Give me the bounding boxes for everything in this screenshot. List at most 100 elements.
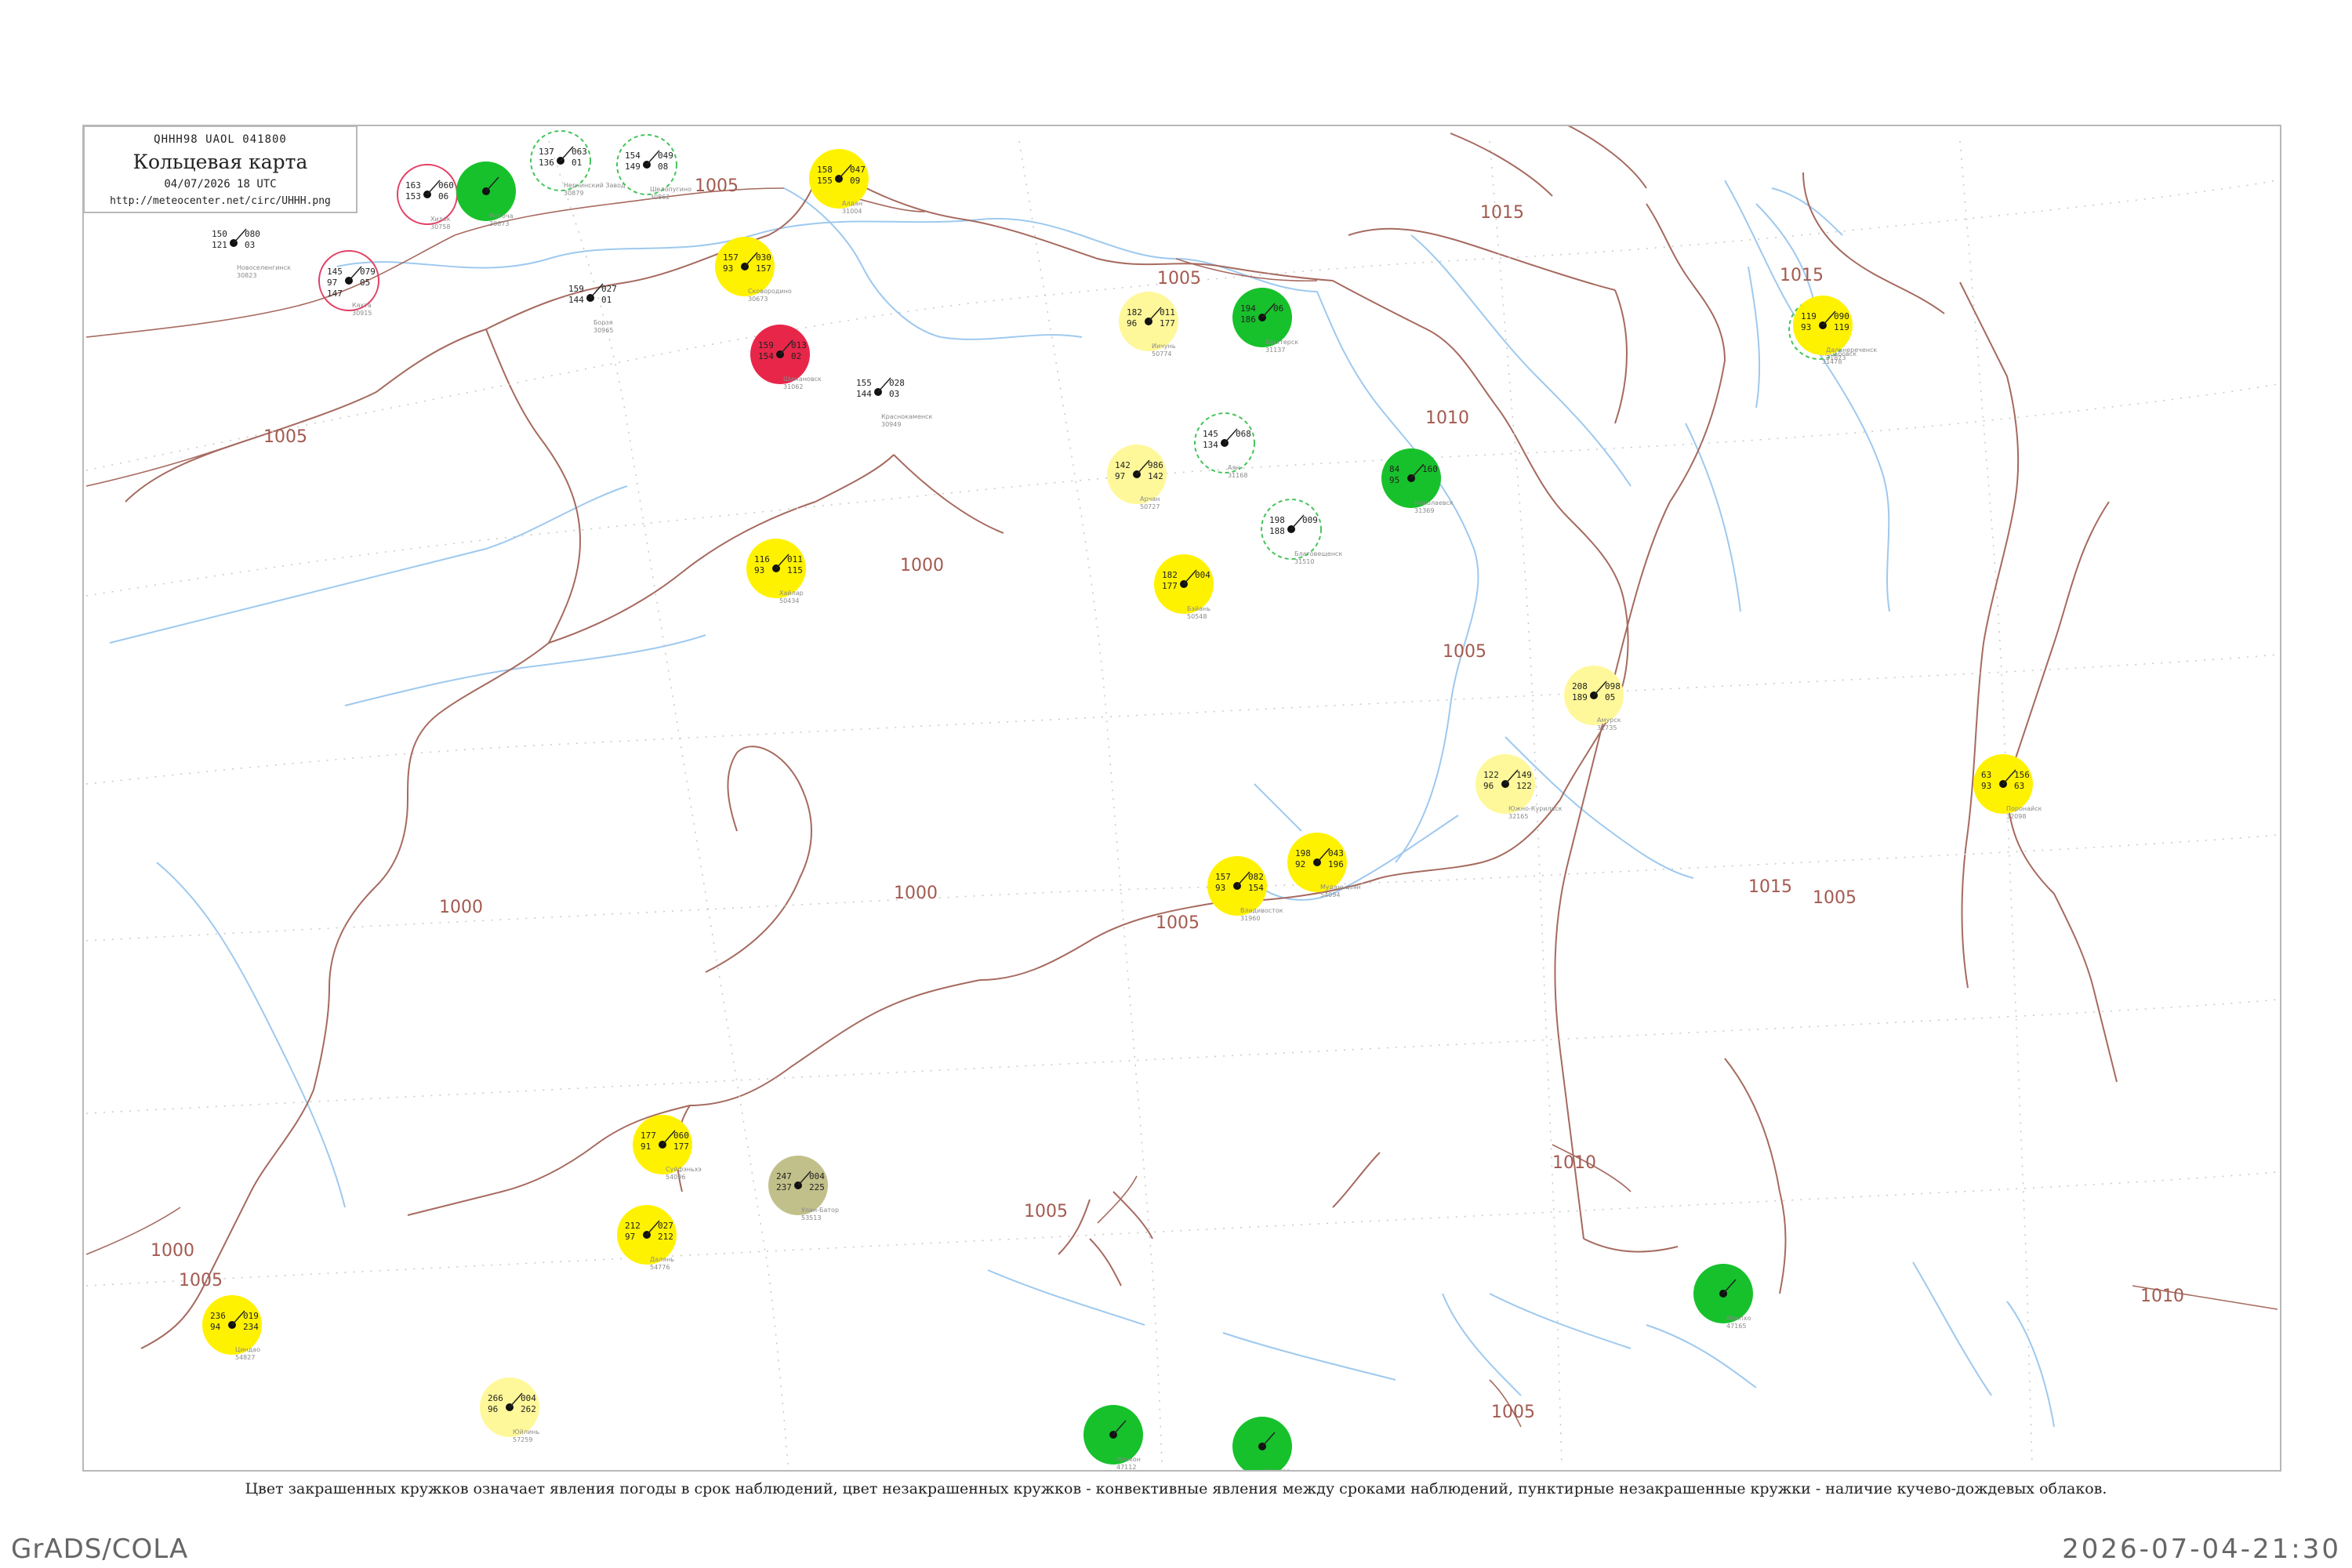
station-id: 31735 (1597, 724, 1617, 731)
station-value: 027 (601, 284, 617, 294)
station-value: 02 (791, 351, 801, 361)
isobar-label: 1005 (179, 1271, 223, 1290)
station-name: Далянь (650, 1256, 674, 1263)
station-value: 96 (488, 1404, 498, 1414)
station-name: Юйлинь (513, 1428, 539, 1436)
station-id: 31168 (1228, 472, 1247, 479)
isobar-label: 1000 (900, 556, 944, 575)
station-value: 011 (787, 554, 803, 564)
station-id: 54827 (235, 1354, 255, 1361)
station-value: 119 (1834, 322, 1849, 332)
station-id: 31873 (1826, 354, 1846, 361)
station-value: 177 (673, 1142, 689, 1152)
station-value: 013 (791, 340, 807, 350)
station-name: Николаевск (1414, 499, 1454, 506)
station-value: 03 (245, 240, 255, 250)
source-link[interactable]: http://meteocenter.net/circ/UHHH.png (85, 195, 356, 207)
station-value: 208 (1572, 681, 1588, 691)
station-value: 247 (776, 1171, 792, 1181)
station-value: 009 (1302, 515, 1318, 525)
isobar-label: 1010 (1425, 408, 1469, 428)
station-name: Могоча (489, 212, 514, 220)
station-name: Иичунь (1152, 343, 1176, 350)
station-value: 63 (2014, 781, 2024, 791)
station-id: 54096 (666, 1174, 685, 1181)
station-name: Дальнереченск (1826, 347, 1877, 354)
station-value: 147 (327, 289, 343, 299)
station-id: 54776 (650, 1264, 670, 1271)
station-value: 134 (1203, 440, 1218, 450)
station-value: 080 (245, 229, 260, 239)
isobar-label: 1005 (1443, 642, 1486, 662)
station-value: 236 (210, 1311, 226, 1321)
station-value: 157 (756, 263, 771, 274)
station-value: 06 (438, 191, 448, 201)
station-name: Борзя (593, 319, 613, 326)
station-value: 047 (850, 165, 866, 175)
station-value: 93 (1801, 322, 1811, 332)
station-value: 212 (658, 1232, 673, 1242)
isobar-label: 1010 (1552, 1153, 1596, 1173)
station-name: Южно-Курильск (1508, 805, 1563, 812)
station-value: 01 (601, 295, 612, 305)
station-id: 30862 (650, 194, 670, 201)
station-value: 063 (572, 147, 587, 157)
station-value: 145 (1203, 429, 1218, 439)
station-value: 122 (1516, 781, 1532, 791)
station-name: Аян (1228, 464, 1240, 471)
station-value: 163 (405, 180, 421, 191)
station-id: 32098 (2006, 813, 2026, 820)
station-value: 91 (641, 1142, 651, 1152)
station-value: 082 (1248, 872, 1264, 882)
station-name: Благовещенск (1294, 550, 1342, 557)
station-value: 05 (1605, 692, 1615, 702)
station-value: 136 (539, 158, 554, 168)
station-47420[interactable]: 47420Немуро (1232, 1417, 1292, 1483)
map-title-box: QHHH98 UAOL 041800 Кольцевая карта 04/07… (83, 125, 358, 213)
station-value: 156 (2014, 770, 2030, 780)
station-id: 31510 (1294, 558, 1314, 565)
station-name: Алдан (842, 200, 862, 207)
station-id: 32165 (1508, 813, 1528, 820)
station-value: 160 (1422, 464, 1438, 474)
isobar-label: 1000 (151, 1241, 194, 1261)
station-value: 155 (817, 176, 833, 186)
station-value: 198 (1295, 848, 1311, 858)
station-value: 97 (327, 278, 337, 288)
isobar-label: 1005 (1157, 269, 1201, 289)
station-value: 145 (327, 267, 343, 277)
station-value: 121 (212, 240, 227, 250)
station-name: Новоселенгинск (237, 264, 291, 271)
station-name: Шелопугино (650, 186, 691, 193)
station-value: 144 (856, 389, 872, 399)
station-value: 154 (758, 351, 774, 361)
station-value: 92 (1295, 859, 1305, 869)
station-value: 06 (1273, 303, 1283, 314)
station-value: 97 (1115, 471, 1125, 481)
station-value: 09 (850, 176, 860, 186)
station-value: 098 (1605, 681, 1621, 691)
station-name: Сковородино (748, 288, 792, 295)
station-id: 47165 (1726, 1323, 1746, 1330)
station-value: 068 (1236, 429, 1251, 439)
station-value: 182 (1162, 570, 1178, 580)
station-name: Циндао (235, 1346, 260, 1353)
station-id: 31004 (842, 208, 862, 215)
station-value: 212 (625, 1221, 641, 1231)
station-name: Улан-Батор (801, 1207, 839, 1214)
station-id: 30965 (593, 327, 613, 334)
station-value: 189 (1572, 692, 1588, 702)
station-id: 54094 (1320, 891, 1340, 898)
isobar-label: 1005 (1491, 1403, 1535, 1422)
station-name: Шахтерск (1265, 339, 1298, 346)
station-value: 186 (1240, 314, 1256, 325)
station-id: 30915 (352, 310, 372, 317)
isobar-label: 1005 (1024, 1202, 1068, 1221)
station-value: 030 (756, 252, 771, 263)
station-value: 144 (568, 295, 584, 305)
isobar-label: 1015 (1480, 203, 1524, 223)
station-value: 116 (754, 554, 770, 564)
station-name: Амурск (1597, 717, 1621, 724)
isobar-label: 1000 (894, 884, 938, 903)
station-value: 049 (658, 151, 673, 161)
